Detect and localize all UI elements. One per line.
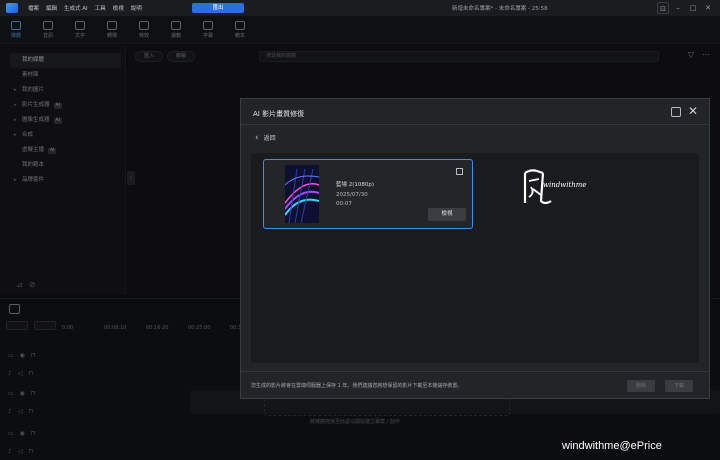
ai-video-restore-dialog: AI 影片畫質修復 ✕ ‹ 返回 藍場 2(1080p) 2025/07/30 0… xyxy=(240,98,710,399)
chevron-left-icon: ‹ xyxy=(255,133,259,143)
watermark-logo: windwithme xyxy=(519,167,599,207)
delete-button[interactable]: 刪除 xyxy=(627,380,655,392)
divider xyxy=(241,124,709,125)
menu-file[interactable]: 檔案 xyxy=(28,4,39,12)
svg-text:windwithme: windwithme xyxy=(543,181,587,189)
menu-view[interactable]: 檢視 xyxy=(113,4,124,12)
download-button[interactable]: 下載 xyxy=(665,380,693,392)
dialog-title: AI 影片畫質修復 xyxy=(253,110,305,118)
menu-tools[interactable]: 工具 xyxy=(95,4,106,12)
menu-help[interactable]: 說明 xyxy=(131,4,142,12)
back-button[interactable]: ‹ 返回 xyxy=(255,133,276,143)
project-title: 新增未命名專案* - 未命名專案 - 25:58 xyxy=(452,6,548,12)
credit-watermark: windwithme@ePrice xyxy=(562,440,662,452)
maximize-icon[interactable] xyxy=(671,107,681,117)
window-controls: ⊡ – □ ✕ xyxy=(654,2,714,14)
view-button[interactable]: 檢視 xyxy=(428,208,466,221)
main-menu: 檔案 編輯 生成式 AI 工具 檢視 說明 xyxy=(28,4,149,12)
video-duration: 00:07 xyxy=(336,201,352,207)
app-logo xyxy=(6,3,18,13)
result-panel: 藍場 2(1080p) 2025/07/30 00:07 檢視 windwith… xyxy=(251,153,699,363)
minimize-icon[interactable]: – xyxy=(672,2,684,14)
divider xyxy=(241,371,709,372)
video-name: 藍場 2(1080p) xyxy=(336,182,375,188)
close-icon[interactable]: ✕ xyxy=(688,104,698,118)
account-icon[interactable]: ⊡ xyxy=(657,2,669,14)
menu-genai[interactable]: 生成式 AI xyxy=(64,4,88,12)
export-button[interactable]: 匯出 xyxy=(192,3,244,13)
footer-note: 您生成的影片將會在雲端伺服器上保存 1 年。我們建議您將想保留的影片下載至本機儲… xyxy=(251,383,463,389)
video-thumbnail xyxy=(285,165,319,223)
video-date: 2025/07/30 xyxy=(336,192,368,198)
video-result-card[interactable]: 藍場 2(1080p) 2025/07/30 00:07 檢視 xyxy=(263,159,473,229)
window-close-icon[interactable]: ✕ xyxy=(702,2,714,14)
window-maximize-icon[interactable]: □ xyxy=(687,2,699,14)
title-bar: 檔案 編輯 生成式 AI 工具 檢視 說明 匯出 新增未命名專案* - 未命名專… xyxy=(0,0,720,16)
menu-edit[interactable]: 編輯 xyxy=(46,4,57,12)
select-checkbox[interactable] xyxy=(456,168,463,175)
